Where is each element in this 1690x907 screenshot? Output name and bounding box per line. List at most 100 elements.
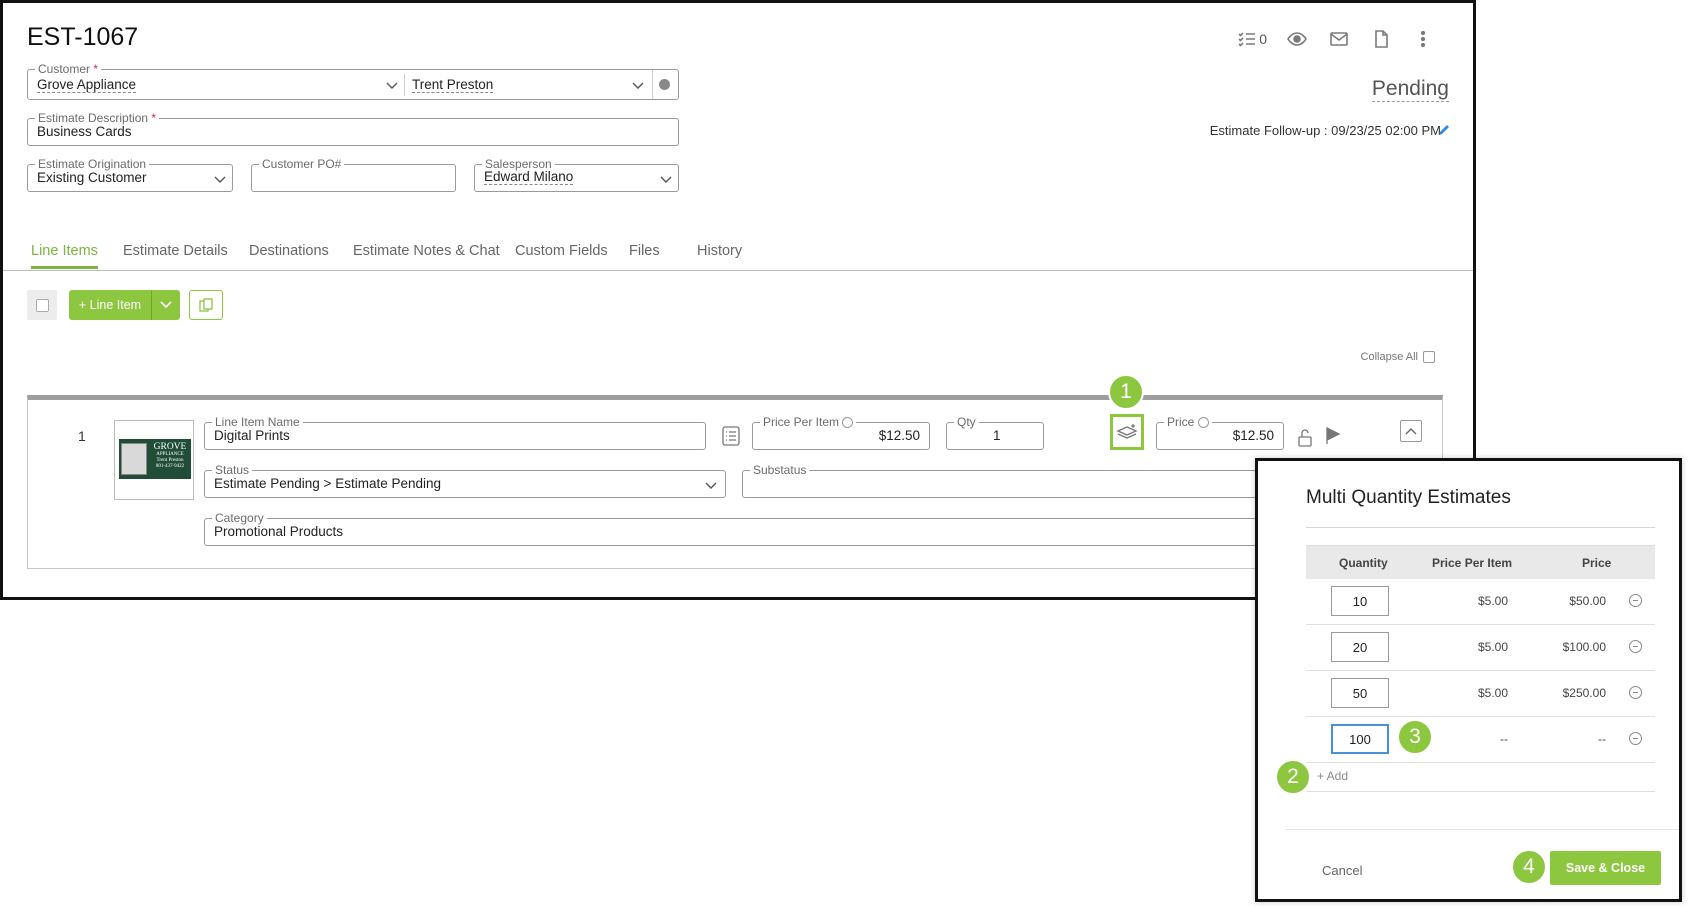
origination-label: Estimate Origination bbox=[35, 157, 150, 171]
copy-line-button[interactable] bbox=[189, 290, 223, 320]
tab-line-items[interactable]: Line Items bbox=[31, 243, 98, 269]
clear-icon[interactable] bbox=[659, 79, 670, 90]
add-quantity-button[interactable]: + Add bbox=[1317, 769, 1348, 783]
status-label: Status bbox=[212, 463, 253, 477]
tab-bar: Line Items Estimate Details Destinations… bbox=[3, 239, 1473, 271]
customer-label: Customer bbox=[38, 62, 91, 76]
tab-destinations[interactable]: Destinations bbox=[249, 243, 329, 266]
cancel-button[interactable]: Cancel bbox=[1322, 863, 1362, 878]
chevron-up-icon bbox=[1405, 428, 1417, 435]
salesperson-select[interactable]: Salesperson Edward Milano bbox=[474, 157, 679, 192]
checklist-icon bbox=[1238, 32, 1256, 47]
chevron-down-icon bbox=[660, 176, 672, 184]
eye-icon bbox=[1287, 32, 1307, 46]
description-value: Business Cards bbox=[37, 124, 132, 139]
line-item-name-input[interactable]: Line Item Name Digital Prints bbox=[204, 415, 706, 450]
qty-input[interactable]: Qty 1 bbox=[946, 415, 1044, 450]
mail-icon bbox=[1330, 32, 1348, 46]
select-all-checkbox[interactable] bbox=[27, 290, 57, 320]
substatus-select[interactable]: Substatus bbox=[742, 463, 1282, 498]
remove-icon[interactable] bbox=[1629, 732, 1642, 745]
remove-icon[interactable] bbox=[1629, 594, 1642, 607]
table-row: 10 $5.00 $50.00 bbox=[1306, 579, 1655, 625]
quantity-input[interactable]: 20 bbox=[1331, 632, 1389, 662]
row-price: $100.00 bbox=[1562, 640, 1606, 654]
remove-icon[interactable] bbox=[1629, 686, 1642, 699]
origination-value: Existing Customer bbox=[37, 170, 147, 185]
table-row: 20 $5.00 $100.00 bbox=[1306, 625, 1655, 671]
flag-icon bbox=[1326, 426, 1341, 444]
row-price: $50.00 bbox=[1569, 594, 1606, 608]
table-row: 50 $5.00 $250.00 bbox=[1306, 671, 1655, 717]
more-button[interactable] bbox=[1411, 27, 1435, 51]
chevron-down-icon[interactable] bbox=[386, 82, 398, 90]
appliance-image bbox=[121, 443, 147, 475]
layers-icon bbox=[1116, 424, 1138, 439]
quantity-input[interactable]: 10 bbox=[1331, 586, 1389, 616]
status-value: Estimate Pending > Estimate Pending bbox=[214, 476, 442, 491]
list-icon bbox=[722, 426, 740, 446]
price-input[interactable]: Price $12.50 bbox=[1156, 415, 1284, 450]
callout-4: 4 bbox=[1511, 849, 1547, 885]
flag-button[interactable] bbox=[1324, 426, 1342, 446]
tab-files[interactable]: Files bbox=[629, 243, 660, 266]
multi-quantity-button[interactable] bbox=[1110, 414, 1144, 450]
add-line-item-button[interactable]: + Line Item bbox=[69, 290, 151, 320]
line-item-number: 1 bbox=[78, 428, 86, 444]
followup-date: Estimate Follow-up : 09/23/25 02:00 PM bbox=[1209, 123, 1441, 138]
price-per-item-input[interactable]: Price Per Item $12.50 bbox=[752, 415, 930, 450]
row-price-per-item: $5.00 bbox=[1477, 594, 1508, 608]
add-line-item-dropdown[interactable] bbox=[151, 290, 180, 320]
line-item-thumbnail[interactable]: GROVE APPLIANCE Trent Preston 801-437-94… bbox=[114, 420, 194, 500]
tab-history[interactable]: History bbox=[697, 243, 742, 266]
save-close-button[interactable]: Save & Close bbox=[1550, 851, 1661, 885]
customer-po-input[interactable]: Customer PO# bbox=[251, 157, 456, 192]
price-per-item-label: Price Per Item bbox=[760, 415, 857, 429]
lock-button[interactable] bbox=[1296, 428, 1314, 448]
salesperson-value: Edward Milano bbox=[484, 169, 574, 185]
row-price-per-item: -- bbox=[1500, 732, 1508, 746]
col-quantity: Quantity bbox=[1339, 556, 1388, 570]
qty-label: Qty bbox=[954, 415, 979, 429]
description-field[interactable]: Estimate Description * Business Cards bbox=[27, 111, 679, 146]
tab-custom-fields[interactable]: Custom Fields bbox=[515, 243, 608, 266]
pdf-icon bbox=[1375, 30, 1388, 48]
checklist-button[interactable]: 0 bbox=[1237, 27, 1267, 51]
callout-1: 1 bbox=[1108, 374, 1144, 410]
contact-select[interactable]: Trent Preston bbox=[412, 77, 494, 93]
origination-select[interactable]: Estimate Origination Existing Customer bbox=[27, 157, 233, 192]
help-icon bbox=[1197, 417, 1209, 429]
row-price: -- bbox=[1598, 732, 1606, 746]
remove-icon[interactable] bbox=[1629, 640, 1642, 653]
line-item-name-label: Line Item Name bbox=[212, 415, 303, 429]
category-select[interactable]: Category Promotional Products bbox=[204, 511, 1284, 546]
email-button[interactable] bbox=[1327, 27, 1351, 51]
line-item-card: 1 GROVE APPLIANCE Trent Preston 801-437-… bbox=[27, 374, 1443, 569]
collapse-all-button[interactable]: Collapse All bbox=[1361, 351, 1435, 363]
chevron-down-icon[interactable] bbox=[632, 82, 644, 90]
chevron-down-icon bbox=[160, 301, 172, 309]
category-value: Promotional Products bbox=[214, 524, 344, 539]
row-price-per-item: $5.00 bbox=[1477, 686, 1508, 700]
modal-table-header: Quantity Price Per Item Price bbox=[1306, 545, 1655, 579]
row-price-per-item: $5.00 bbox=[1477, 640, 1508, 654]
preview-button[interactable] bbox=[1285, 27, 1309, 51]
price-label: Price bbox=[1164, 415, 1212, 429]
description-label: Estimate Description bbox=[38, 111, 149, 125]
pencil-icon[interactable] bbox=[1438, 123, 1451, 136]
details-button[interactable] bbox=[722, 426, 740, 446]
line-item-name-value: Digital Prints bbox=[214, 428, 290, 443]
status-select[interactable]: Status Estimate Pending > Estimate Pendi… bbox=[204, 463, 726, 498]
pdf-button[interactable] bbox=[1369, 27, 1393, 51]
collapse-all-label: Collapse All bbox=[1360, 351, 1418, 363]
customer-select[interactable]: Grove Appliance bbox=[37, 77, 137, 93]
quantity-input[interactable]: 50 bbox=[1331, 678, 1389, 708]
tab-estimate-details[interactable]: Estimate Details bbox=[123, 243, 228, 266]
tab-notes-chat[interactable]: Estimate Notes & Chat bbox=[353, 243, 500, 266]
quantity-input[interactable]: 100 bbox=[1331, 724, 1389, 754]
unlock-icon bbox=[1298, 429, 1312, 447]
chevron-down-icon bbox=[705, 482, 717, 490]
status-badge[interactable]: Pending bbox=[1371, 77, 1449, 102]
collapse-line-button[interactable] bbox=[1400, 420, 1422, 442]
callout-2: 2 bbox=[1275, 759, 1311, 795]
